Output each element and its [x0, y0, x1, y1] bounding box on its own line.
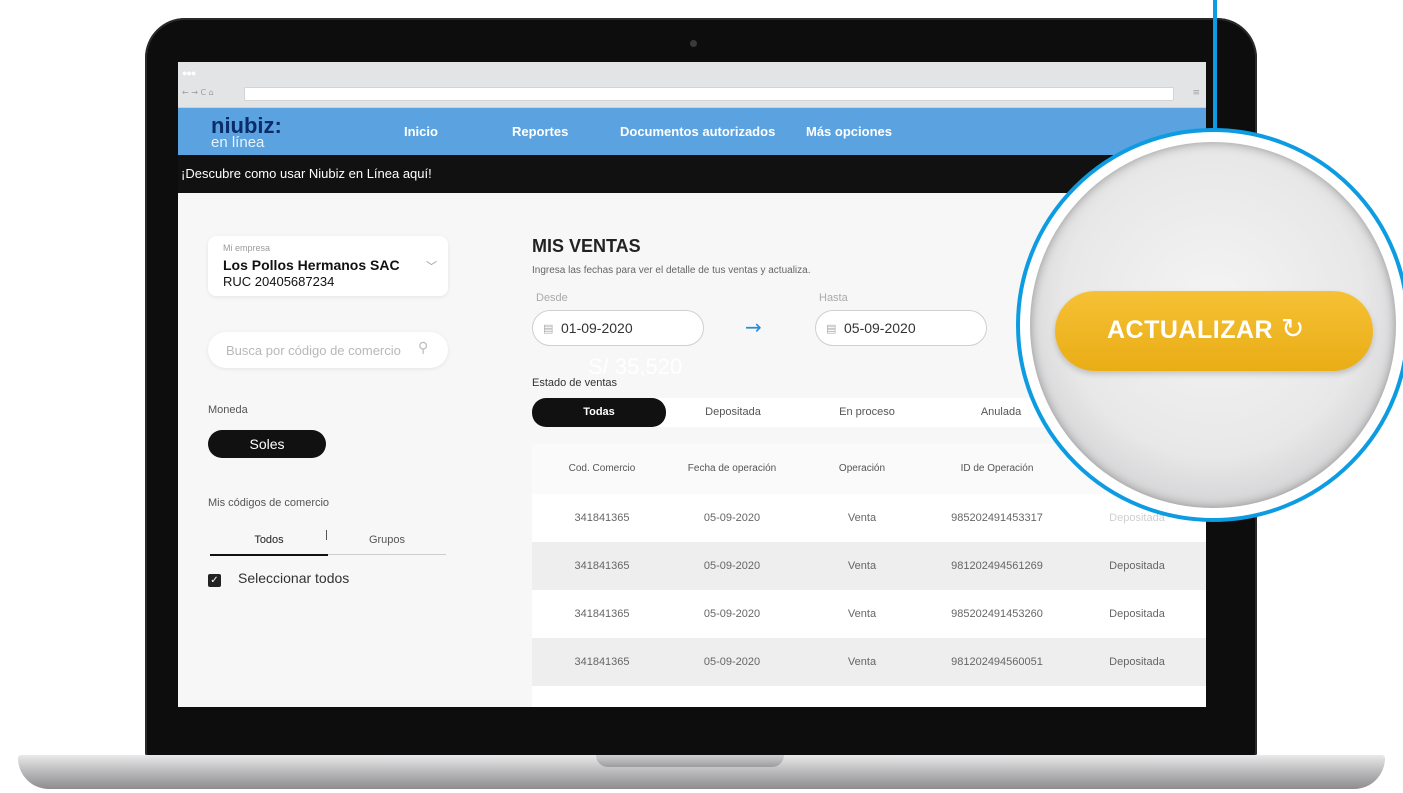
table-row-partial[interactable]: [532, 686, 1206, 707]
table-row[interactable]: 341841365 05-09-2020 Venta 9812024945600…: [532, 638, 1206, 686]
select-all-checkbox[interactable]: ✓: [208, 574, 221, 587]
help-banner[interactable]: ¡Descubre como usar Niubiz en Línea aquí…: [178, 155, 1206, 193]
to-label: Hasta: [819, 292, 848, 304]
table-row[interactable]: 341841365 05-09-2020 Venta 9852024914532…: [532, 590, 1206, 638]
from-date-value: 01-09-2020: [561, 320, 633, 336]
cell-commerce-code: 341841365: [574, 560, 630, 572]
callout-line: [1213, 0, 1217, 140]
address-bar[interactable]: [244, 87, 1174, 101]
calendar-icon: ▤: [826, 322, 837, 335]
currency-soles-button[interactable]: Soles: [208, 430, 326, 458]
from-date-input[interactable]: ▤ 01-09-2020: [532, 310, 704, 346]
cell-operation: Venta: [847, 608, 877, 620]
from-label: Desde: [536, 292, 568, 304]
window-controls[interactable]: ●●●: [182, 68, 196, 78]
cell-operation-id: 981202494560051: [951, 656, 1043, 668]
nav-mas-opciones[interactable]: Más opciones: [806, 124, 892, 139]
select-all-label[interactable]: Seleccionar todos: [238, 570, 349, 586]
actualizar-button[interactable]: ACTUALIZAR ↻: [1055, 291, 1373, 371]
actualizar-label: ACTUALIZAR: [1107, 316, 1274, 344]
cell-commerce-code: 341841365: [574, 512, 630, 524]
to-date-value: 05-09-2020: [844, 320, 916, 336]
tab-todos[interactable]: Todos: [210, 534, 328, 556]
cell-date: 05-09-2020: [703, 512, 761, 524]
calendar-icon: ▤: [543, 322, 554, 335]
column-header[interactable]: ID de Operación: [922, 444, 1072, 494]
codes-label: Mis códigos de comercio: [208, 497, 330, 509]
tab-grupos[interactable]: Grupos: [328, 534, 446, 555]
stage: ●●● ← → C ⌂ ≡ niubiz: en línea Inicio Re…: [0, 0, 1403, 793]
company-selector[interactable]: Mi empresa Los Pollos Hermanos SAC RUC 2…: [208, 236, 448, 296]
table-row[interactable]: 341841365 05-09-2020 Venta 9812024945612…: [532, 542, 1206, 590]
cell-operation: Venta: [847, 512, 877, 524]
cell-operation-id: 985202491453317: [951, 512, 1043, 524]
cell-status: Depositada: [1109, 560, 1165, 572]
cell-status: Depositada: [1109, 656, 1165, 668]
browser-menu-icon[interactable]: ≡: [1192, 88, 1200, 98]
status-label: Estado de ventas: [532, 377, 618, 389]
browser-nav-icons[interactable]: ← → C ⌂: [182, 88, 214, 97]
search-placeholder: Busca por código de comercio: [226, 343, 401, 358]
cell-operation-id: 981202494561269: [951, 560, 1043, 572]
cell-status: Depositada: [1109, 608, 1165, 620]
to-date-input[interactable]: ▤ 05-09-2020: [815, 310, 987, 346]
table-row[interactable]: 341841365 05-09-2020 Venta 9852024914533…: [532, 494, 1206, 542]
arrow-right-icon: →: [745, 315, 762, 339]
chevron-down-icon: ﹀: [426, 261, 437, 273]
company-label: Mi empresa: [223, 243, 271, 253]
camera-icon: [690, 40, 697, 47]
cell-date: 05-09-2020: [703, 608, 761, 620]
niubiz-logo[interactable]: niubiz: en línea: [211, 115, 282, 151]
nav-inicio[interactable]: Inicio: [404, 124, 438, 139]
tab-todas[interactable]: Todas: [532, 398, 666, 427]
search-icon[interactable]: ⚲: [418, 340, 428, 356]
app-header: niubiz: en línea Inicio Reportes Documen…: [178, 108, 1206, 155]
browser-chrome: ●●● ← → C ⌂ ≡: [178, 62, 1206, 108]
company-name: Los Pollos Hermanos SAC: [223, 257, 400, 273]
currency-label: Moneda: [208, 404, 248, 416]
refresh-icon: ↻: [1281, 312, 1305, 345]
cell-date: 05-09-2020: [703, 560, 761, 572]
cell-commerce-code: 341841365: [574, 608, 630, 620]
cell-operation: Venta: [847, 560, 877, 572]
commerce-code-search[interactable]: Busca por código de comercio ⚲: [208, 332, 448, 368]
cell-date: 05-09-2020: [703, 656, 761, 668]
column-header[interactable]: Fecha de operación: [662, 444, 802, 494]
column-header[interactable]: Cod. Comercio: [532, 444, 672, 494]
laptop-notch: [596, 755, 784, 767]
cell-operation-id: 985202491453260: [951, 608, 1043, 620]
tab-depositada[interactable]: Depositada: [666, 398, 800, 427]
tab-divider: [326, 530, 327, 540]
cell-operation: Venta: [847, 656, 877, 668]
column-header[interactable]: Operación: [792, 444, 932, 494]
nav-reportes[interactable]: Reportes: [512, 124, 568, 139]
tab-en-proceso[interactable]: En proceso: [800, 398, 934, 427]
company-ruc: RUC 20405687234: [223, 274, 335, 289]
page-subtitle: Ingresa las fechas para ver el detalle d…: [532, 265, 811, 276]
nav-documentos-autorizados[interactable]: Documentos autorizados: [620, 124, 775, 139]
cell-commerce-code: 341841365: [574, 656, 630, 668]
page-title: MIS VENTAS: [532, 236, 641, 256]
